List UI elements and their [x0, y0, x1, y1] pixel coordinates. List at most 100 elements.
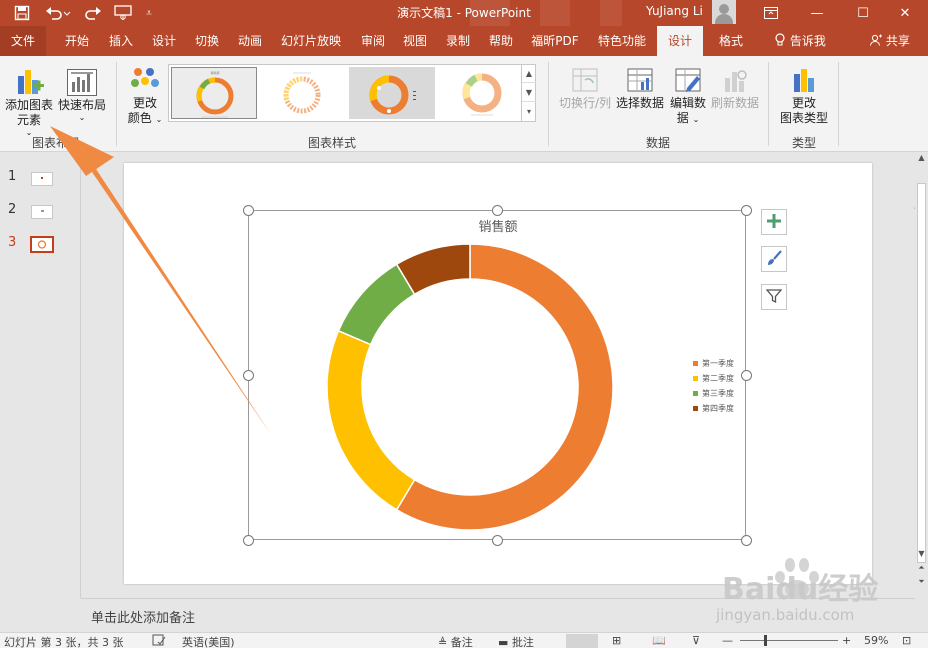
slide-thumbnail-2[interactable]: [31, 205, 53, 219]
tab-slideshow[interactable]: 幻灯片放映: [276, 26, 346, 56]
change-chart-type-icon: [776, 64, 832, 96]
close-button[interactable]: ✕: [882, 0, 928, 26]
minimize-button[interactable]: —: [794, 0, 840, 26]
select-data-button[interactable]: 选择数据: [614, 64, 666, 111]
language-status[interactable]: 英语(美国): [182, 634, 235, 648]
pane-splitter[interactable]: [80, 153, 81, 598]
slide-thumbnail-3[interactable]: [30, 236, 54, 253]
zoom-slider[interactable]: [740, 640, 838, 641]
tab-features[interactable]: 特色功能: [590, 26, 654, 56]
resize-handle[interactable]: [243, 205, 254, 216]
previous-slide-icon[interactable]: ⏶: [915, 563, 928, 573]
gallery-scroll-up-icon[interactable]: ▲: [522, 64, 536, 83]
legend-entry[interactable]: 第三季度: [693, 386, 734, 401]
legend-label: 第二季度: [702, 374, 734, 383]
tab-help[interactable]: 帮助: [480, 26, 522, 56]
chart-style-4[interactable]: [439, 67, 525, 119]
data-group-label: 数据: [645, 136, 670, 150]
change-colors-button[interactable]: 更改 颜色 ⌄: [124, 64, 166, 127]
tab-animations[interactable]: 动画: [229, 26, 271, 56]
zoom-level[interactable]: 59%: [864, 634, 888, 647]
chart-legend[interactable]: 第一季度第二季度第三季度第四季度: [693, 356, 734, 416]
share-button[interactable]: 共享: [860, 26, 920, 56]
chart-filters-button[interactable]: [761, 284, 787, 310]
resize-handle[interactable]: [741, 205, 752, 216]
restore-button[interactable]: ☐: [840, 0, 886, 26]
doughnut-slice-2[interactable]: [326, 329, 416, 511]
gallery-more-icon[interactable]: ▾: [522, 102, 536, 121]
tab-chart-format[interactable]: 格式: [708, 26, 754, 56]
reading-view-icon[interactable]: 📖: [652, 634, 666, 647]
chart-elements-button[interactable]: [761, 209, 787, 235]
scroll-thumb[interactable]: [917, 183, 926, 563]
type-group-label: 类型: [791, 136, 816, 150]
tab-view[interactable]: 视图: [394, 26, 436, 56]
slideshow-view-icon[interactable]: ⊽: [692, 634, 700, 647]
spellcheck-icon[interactable]: [152, 634, 166, 648]
avatar[interactable]: [712, 0, 736, 24]
chart-styles-button[interactable]: [761, 246, 787, 272]
legend-swatch: [693, 406, 698, 411]
gallery-scroll-down-icon[interactable]: ▼: [522, 83, 536, 102]
zoom-in-icon[interactable]: +: [842, 634, 851, 647]
user-name[interactable]: YuJiang Li: [646, 4, 703, 18]
resize-handle[interactable]: [741, 370, 752, 381]
legend-entry[interactable]: 第二季度: [693, 371, 734, 386]
tab-home[interactable]: 开始: [56, 26, 98, 56]
quick-layout-icon: [58, 62, 106, 98]
redo-icon[interactable]: [82, 3, 104, 23]
resize-handle[interactable]: [492, 205, 503, 216]
legend-entry[interactable]: 第四季度: [693, 401, 734, 416]
chart-style-2[interactable]: [259, 67, 345, 119]
refresh-data-button[interactable]: 刷新数据: [708, 64, 762, 111]
chart-style-3[interactable]: [349, 67, 435, 119]
watermark-text: Baidu经验: [722, 572, 879, 607]
plus-icon: [766, 213, 782, 232]
slide-sorter-icon[interactable]: ⊞: [612, 634, 621, 647]
undo-icon[interactable]: [42, 3, 74, 23]
ribbon-display-options-icon[interactable]: [748, 0, 794, 26]
comments-toggle[interactable]: ▬ 批注: [498, 634, 534, 648]
switch-row-column-button[interactable]: 切换行/列: [556, 64, 614, 111]
legend-label: 第四季度: [702, 404, 734, 413]
doughnut-chart[interactable]: [320, 237, 620, 537]
legend-entry[interactable]: 第一季度: [693, 356, 734, 371]
start-slideshow-icon[interactable]: [112, 3, 134, 23]
scroll-down-icon[interactable]: ▼: [915, 549, 928, 558]
normal-view-icon[interactable]: [566, 634, 598, 648]
chart-styles-gallery[interactable]: 销售额: [168, 64, 536, 122]
resize-handle[interactable]: [243, 370, 254, 381]
gallery-scroll[interactable]: ▲ ▼ ▾: [521, 64, 536, 122]
title-decoration: [600, 0, 622, 26]
slide-thumbnail-1[interactable]: [31, 172, 53, 186]
change-chart-type-label-2: 图表类型: [779, 111, 828, 125]
zoom-slider-thumb[interactable]: [764, 635, 767, 646]
notes-toggle[interactable]: ≜ 备注: [438, 634, 473, 648]
tab-chart-design[interactable]: 设计: [657, 26, 703, 56]
scroll-up-icon[interactable]: ▲: [915, 153, 928, 162]
tab-foxit-pdf[interactable]: 福昕PDF: [524, 26, 586, 56]
save-icon[interactable]: [10, 3, 34, 23]
tab-transitions[interactable]: 切换: [186, 26, 228, 56]
tab-insert[interactable]: 插入: [100, 26, 142, 56]
vertical-scrollbar[interactable]: ▲ ▼ ⏶ ⏷: [915, 153, 928, 598]
fit-to-window-icon[interactable]: ⊡: [902, 634, 911, 647]
tell-me-search[interactable]: 告诉我: [764, 26, 836, 56]
change-chart-type-button[interactable]: 更改 图表类型: [776, 64, 832, 126]
resize-handle[interactable]: [741, 535, 752, 546]
tab-record[interactable]: 录制: [437, 26, 479, 56]
resize-handle[interactable]: [243, 535, 254, 546]
ribbon: 添加图表 元素 ⌄ 快速布局 ⌄ 图表布局 更改 颜色 ⌄ 销售额 ▲ ▼ ▾ …: [0, 56, 928, 211]
zoom-out-icon[interactable]: —: [722, 634, 733, 647]
chart-title[interactable]: 销售额: [448, 216, 548, 235]
svg-text:销售额: 销售额: [210, 70, 219, 75]
customize-toolbar-icon[interactable]: ⩡: [142, 3, 156, 23]
tab-design[interactable]: 设计: [143, 26, 185, 56]
edit-data-button[interactable]: 编辑数 据 ⌄: [668, 64, 708, 127]
quick-layout-button[interactable]: 快速布局 ⌄: [58, 62, 106, 123]
tab-file[interactable]: 文件: [0, 26, 46, 56]
chart-style-1[interactable]: 销售额: [171, 67, 257, 119]
tab-review[interactable]: 审阅: [352, 26, 394, 56]
add-chart-element-button[interactable]: 添加图表 元素 ⌄: [2, 62, 56, 138]
next-slide-icon[interactable]: ⏷: [915, 577, 928, 587]
